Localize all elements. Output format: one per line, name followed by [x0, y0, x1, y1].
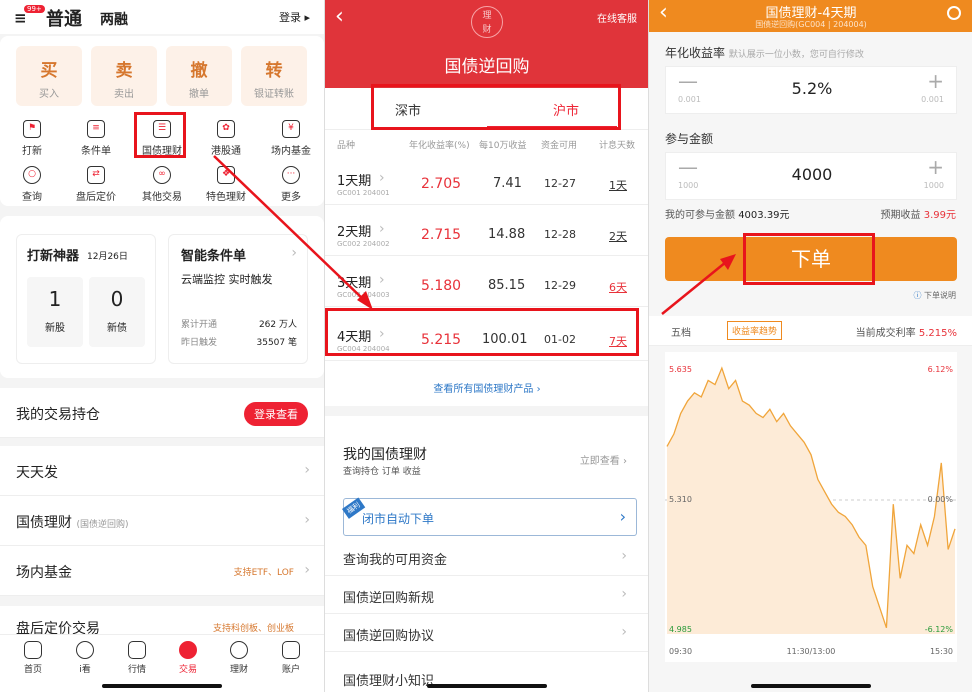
arrow-head-1 [357, 291, 373, 310]
annotation-arrows [213, 155, 736, 315]
arrow-line-2 [661, 261, 727, 315]
arrow-line-1 [213, 155, 365, 301]
arrow-head-2 [720, 254, 736, 270]
